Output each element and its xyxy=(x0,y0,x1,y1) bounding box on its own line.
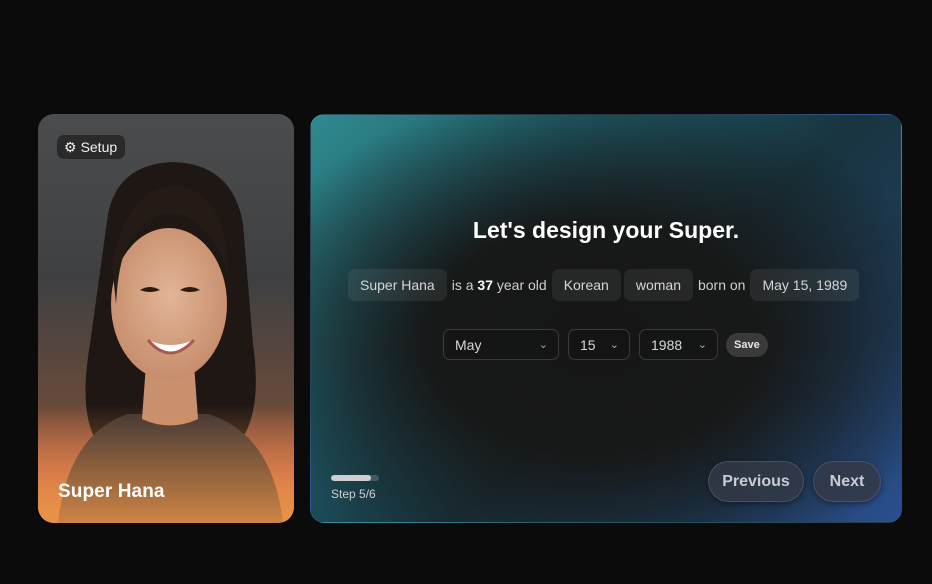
day-select-value: 15 xyxy=(580,336,596,353)
next-button[interactable]: Next xyxy=(813,461,881,502)
design-panel: Let's design your Super. Super Hana is a… xyxy=(310,114,902,523)
name-pill[interactable]: Super Hana xyxy=(348,269,447,301)
previous-button[interactable]: Previous xyxy=(708,461,804,502)
month-select-value: May xyxy=(455,336,482,353)
date-selector: May ⌄ 15 ⌄ 1988 ⌄ Save xyxy=(443,329,768,360)
profile-card: ⚙ Setup Super Hana xyxy=(38,114,294,523)
progress-fill xyxy=(331,475,371,481)
chevron-down-icon: ⌄ xyxy=(609,339,619,351)
profile-name: Super Hana xyxy=(58,481,165,502)
setup-button[interactable]: ⚙ Setup xyxy=(57,135,126,159)
birthdate-pill[interactable]: May 15, 1989 xyxy=(750,269,860,301)
sentence-text: is a 37 year old xyxy=(450,277,549,293)
month-select[interactable]: May ⌄ xyxy=(443,329,559,360)
profile-sentence: Super Hana is a 37 year old Korean woman… xyxy=(348,269,860,301)
sentence-text-is-a: is a xyxy=(451,277,474,293)
day-select[interactable]: 15 ⌄ xyxy=(568,329,630,360)
setup-label: Setup xyxy=(80,139,118,155)
chevron-down-icon: ⌄ xyxy=(697,339,707,351)
gender-pill[interactable]: woman xyxy=(623,269,693,301)
age-value: 37 xyxy=(477,277,493,293)
profile-portrait xyxy=(38,162,294,523)
chevron-down-icon: ⌄ xyxy=(538,339,548,351)
gear-icon: ⚙ xyxy=(64,139,77,155)
sentence-text-year-old: year old xyxy=(496,277,547,293)
save-button[interactable]: Save xyxy=(726,332,768,357)
progress-indicator: Step 5/6 xyxy=(331,475,379,501)
step-label: Step 5/6 xyxy=(331,487,376,501)
year-select[interactable]: 1988 ⌄ xyxy=(639,329,718,360)
year-select-value: 1988 xyxy=(651,336,683,353)
nationality-pill[interactable]: Korean xyxy=(551,269,621,301)
progress-track xyxy=(331,475,379,481)
sentence-text-born-on: born on xyxy=(697,277,746,293)
page-title: Let's design your Super. xyxy=(472,217,740,243)
